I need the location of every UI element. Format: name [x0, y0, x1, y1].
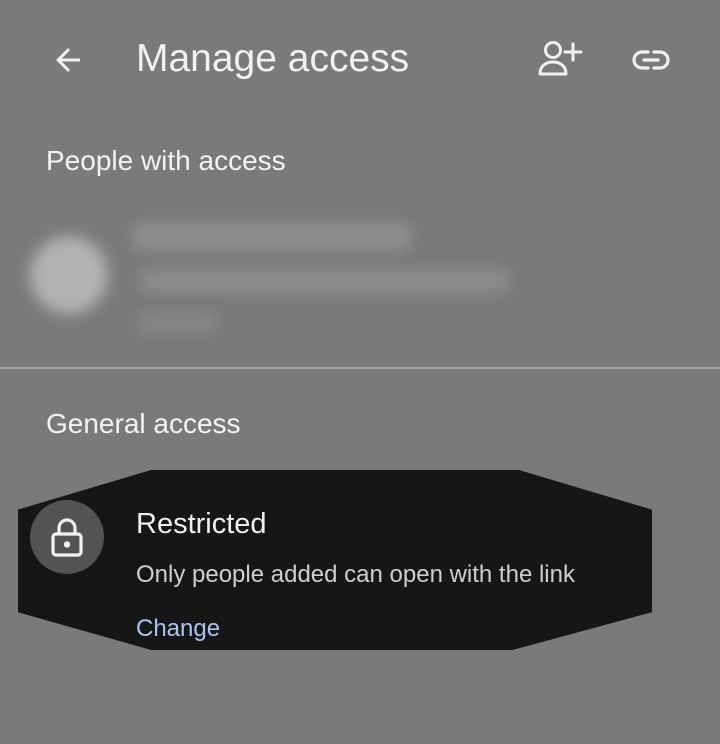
access-level-description: Only people added can open with the link — [136, 561, 575, 588]
section-divider — [0, 367, 720, 369]
avatar — [30, 236, 108, 314]
people-with-access-heading: People with access — [46, 145, 286, 176]
blurred-person-role — [138, 310, 218, 334]
arrow-back-icon — [56, 48, 80, 72]
blurred-person-email — [140, 268, 510, 294]
top-app-bar: Manage access — [0, 0, 720, 120]
copy-link-button[interactable] — [624, 36, 678, 84]
link-icon — [632, 50, 670, 70]
back-button[interactable] — [40, 34, 96, 86]
manage-access-screen: Manage access People with access General… — [0, 0, 720, 744]
person-add-icon — [538, 41, 583, 76]
add-person-button[interactable] — [534, 36, 588, 84]
blurred-person-name — [132, 222, 412, 252]
access-icon-container — [30, 500, 104, 574]
page-title: Manage access — [136, 37, 410, 80]
lock-icon — [51, 518, 83, 557]
general-access-heading: General access — [46, 408, 241, 439]
access-level-title: Restricted — [136, 508, 267, 540]
person-list-item[interactable] — [0, 200, 720, 350]
change-access-link[interactable]: Change — [136, 614, 220, 644]
